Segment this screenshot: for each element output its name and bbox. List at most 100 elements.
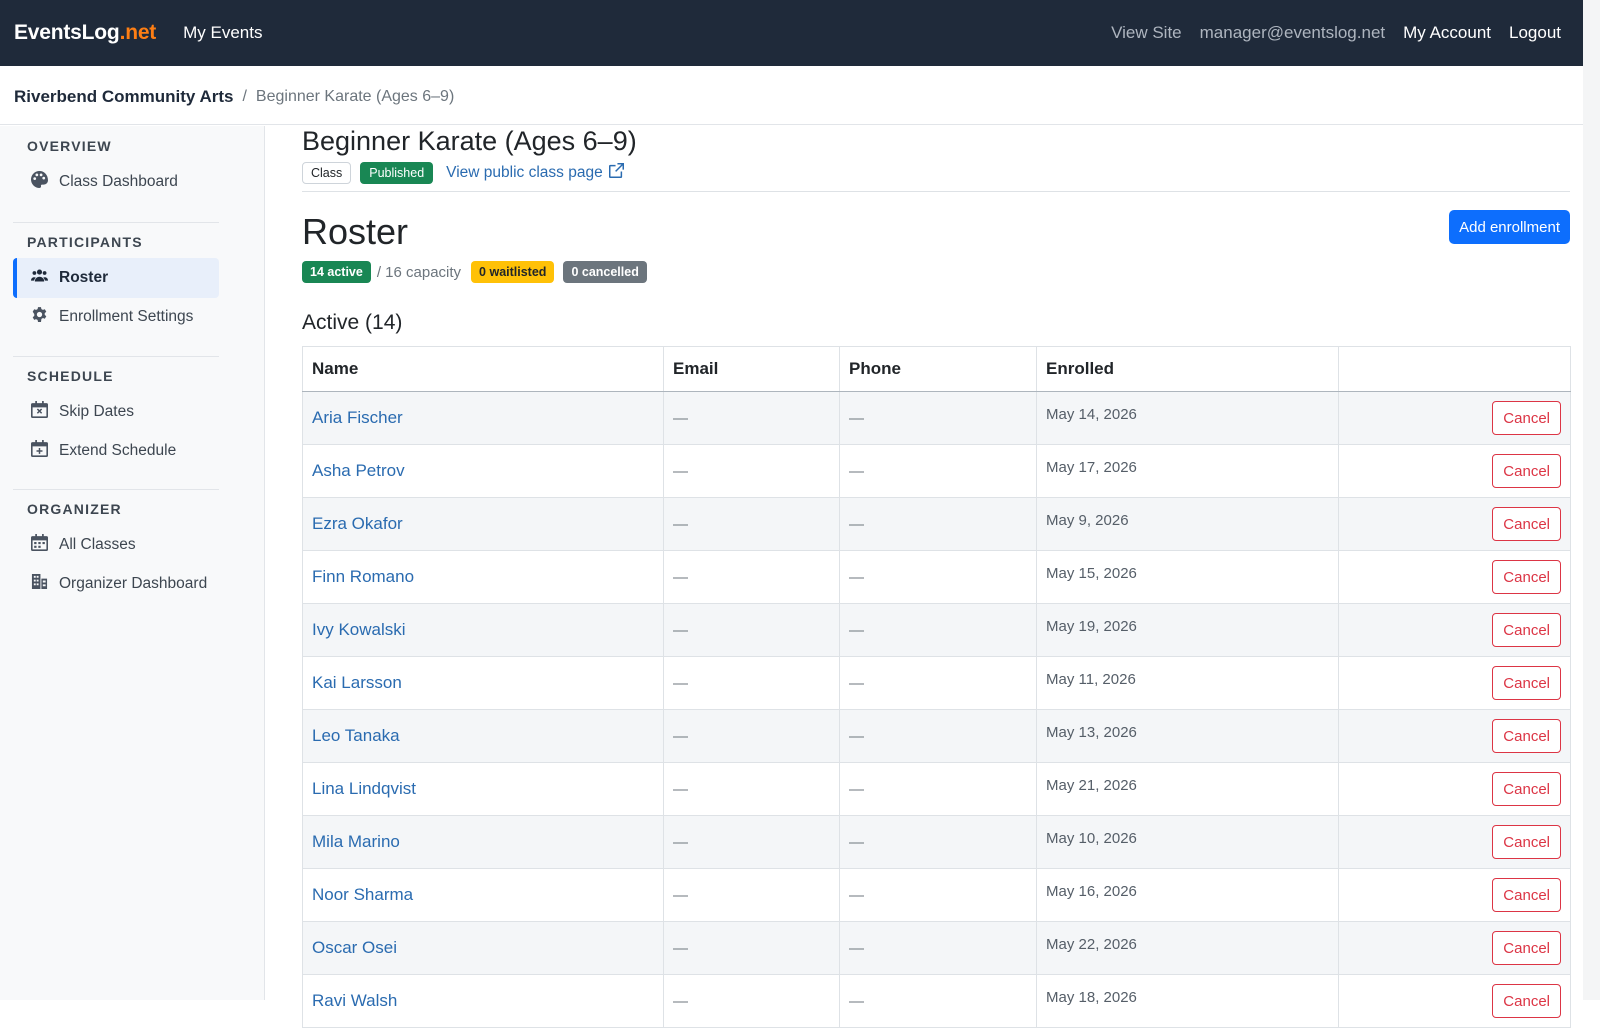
sidebar-item-label: Extend Schedule bbox=[59, 442, 177, 459]
active-count-badge: 14 active bbox=[302, 261, 371, 283]
cancel-enrollment-button[interactable]: Cancel bbox=[1492, 666, 1561, 700]
cancel-enrollment-button[interactable]: Cancel bbox=[1492, 613, 1561, 647]
email-value: — bbox=[673, 462, 688, 480]
enrolled-cell: May 10, 2026 bbox=[1036, 815, 1339, 869]
phone-cell: — bbox=[839, 868, 1037, 922]
cancel-enrollment-button[interactable]: Cancel bbox=[1492, 560, 1561, 594]
cancel-enrollment-button[interactable]: Cancel bbox=[1492, 401, 1561, 435]
email-value: — bbox=[673, 727, 688, 745]
email-value: — bbox=[673, 409, 688, 427]
email-cell: — bbox=[663, 603, 840, 657]
phone-cell: — bbox=[839, 709, 1037, 763]
sidebar-item-class-dashboard[interactable]: Class Dashboard bbox=[13, 162, 219, 202]
action-cell: Cancel bbox=[1338, 921, 1571, 975]
table-row: Ezra Okafor — — May 9, 2026 Cancel bbox=[302, 497, 1571, 551]
brand-logo[interactable]: EventsLog.net bbox=[14, 21, 156, 45]
participant-name-link[interactable]: Ezra Okafor bbox=[312, 514, 403, 533]
email-cell: — bbox=[663, 921, 840, 975]
sidebar-item-extend-schedule[interactable]: Extend Schedule bbox=[13, 431, 219, 471]
email-value: — bbox=[673, 780, 688, 798]
action-cell: Cancel bbox=[1338, 444, 1571, 498]
email-cell: — bbox=[663, 815, 840, 869]
enrolled-date: May 13, 2026 bbox=[1046, 723, 1137, 741]
sidebar: OVERVIEW Class Dashboard PARTICIPANTS Ro… bbox=[0, 126, 265, 1000]
name-cell: Ravi Walsh bbox=[302, 974, 664, 1028]
cancel-enrollment-button[interactable]: Cancel bbox=[1492, 878, 1561, 912]
name-cell: Lina Lindqvist bbox=[302, 762, 664, 816]
add-enrollment-button[interactable]: Add enrollment bbox=[1449, 210, 1570, 244]
view-public-page-link[interactable]: View public class page bbox=[446, 163, 624, 183]
participant-name-link[interactable]: Leo Tanaka bbox=[312, 726, 400, 745]
email-value: — bbox=[673, 992, 688, 1010]
cancel-enrollment-button[interactable]: Cancel bbox=[1492, 931, 1561, 965]
sidebar-item-label: Enrollment Settings bbox=[59, 308, 194, 325]
phone-value: — bbox=[849, 621, 864, 639]
action-cell: Cancel bbox=[1338, 656, 1571, 710]
active-section-heading: Active (14) bbox=[302, 311, 403, 334]
sidebar-heading-schedule: SCHEDULE bbox=[27, 368, 114, 384]
enrolled-cell: May 14, 2026 bbox=[1036, 391, 1339, 445]
email-value: — bbox=[673, 515, 688, 533]
participant-name-link[interactable]: Ivy Kowalski bbox=[312, 620, 406, 639]
page-scrollbar[interactable] bbox=[1583, 0, 1600, 1000]
sidebar-item-label: All Classes bbox=[59, 536, 136, 553]
class-title: Beginner Karate (Ages 6–9) bbox=[302, 126, 637, 156]
phone-cell: — bbox=[839, 550, 1037, 604]
nav-my-events-link[interactable]: My Events bbox=[183, 23, 262, 43]
sidebar-item-all-classes[interactable]: All Classes bbox=[13, 525, 219, 565]
brand-accent: .net bbox=[119, 21, 157, 44]
sidebar-item-skip-dates[interactable]: Skip Dates bbox=[13, 392, 219, 432]
building-icon bbox=[31, 573, 48, 595]
breadcrumb: Riverbend Community Arts / Beginner Kara… bbox=[0, 66, 1583, 125]
section-divider bbox=[302, 191, 1570, 192]
email-cell: — bbox=[663, 550, 840, 604]
phone-value: — bbox=[849, 462, 864, 480]
enrolled-date: May 18, 2026 bbox=[1046, 988, 1137, 1006]
email-value: — bbox=[673, 621, 688, 639]
participant-name-link[interactable]: Lina Lindqvist bbox=[312, 779, 416, 798]
class-meta: Class Published View public class page bbox=[302, 162, 624, 184]
enrolled-cell: May 15, 2026 bbox=[1036, 550, 1339, 604]
action-cell: Cancel bbox=[1338, 497, 1571, 551]
cancel-enrollment-button[interactable]: Cancel bbox=[1492, 825, 1561, 859]
nav-right-group: View Site manager@eventslog.net My Accou… bbox=[1111, 23, 1561, 43]
participant-name-link[interactable]: Aria Fischer bbox=[312, 408, 403, 427]
action-cell: Cancel bbox=[1338, 974, 1571, 1028]
sidebar-item-enrollment-settings[interactable]: Enrollment Settings bbox=[13, 297, 219, 337]
phone-cell: — bbox=[839, 444, 1037, 498]
cancel-enrollment-button[interactable]: Cancel bbox=[1492, 507, 1561, 541]
enrolled-date: May 11, 2026 bbox=[1046, 670, 1136, 688]
table-row: Aria Fischer — — May 14, 2026 Cancel bbox=[302, 391, 1571, 445]
roster-table: Name Email Phone Enrolled Aria Fischer — —… bbox=[302, 346, 1571, 1028]
participant-name-link[interactable]: Kai Larsson bbox=[312, 673, 402, 692]
phone-value: — bbox=[849, 515, 864, 533]
email-cell: — bbox=[663, 391, 840, 445]
capacity-text: / 16 capacity bbox=[376, 263, 462, 281]
enrolled-date: May 10, 2026 bbox=[1046, 829, 1137, 847]
phone-cell: — bbox=[839, 921, 1037, 975]
sidebar-item-roster[interactable]: Roster bbox=[13, 258, 219, 298]
nav-logout-link[interactable]: Logout bbox=[1509, 23, 1561, 43]
nav-my-account-link[interactable]: My Account bbox=[1403, 23, 1491, 43]
participant-name-link[interactable]: Oscar Osei bbox=[312, 938, 397, 957]
public-link-label: View public class page bbox=[446, 164, 603, 181]
nav-view-site-link[interactable]: View Site bbox=[1111, 23, 1182, 43]
participant-name-link[interactable]: Finn Romano bbox=[312, 567, 414, 586]
enrolled-cell: May 9, 2026 bbox=[1036, 497, 1339, 551]
participant-name-link[interactable]: Asha Petrov bbox=[312, 461, 405, 480]
cancel-enrollment-button[interactable]: Cancel bbox=[1492, 772, 1561, 806]
sidebar-item-organizer-dashboard[interactable]: Organizer Dashboard bbox=[13, 564, 219, 604]
action-cell: Cancel bbox=[1338, 868, 1571, 922]
table-row: Noor Sharma — — May 16, 2026 Cancel bbox=[302, 868, 1571, 922]
cancel-enrollment-button[interactable]: Cancel bbox=[1492, 984, 1561, 1018]
participant-name-link[interactable]: Ravi Walsh bbox=[312, 991, 397, 1010]
email-cell: — bbox=[663, 444, 840, 498]
cancel-enrollment-button[interactable]: Cancel bbox=[1492, 719, 1561, 753]
breadcrumb-org-link[interactable]: Riverbend Community Arts bbox=[14, 87, 233, 107]
cancel-enrollment-button[interactable]: Cancel bbox=[1492, 454, 1561, 488]
roster-stats: 14 active / 16 capacity 0 waitlisted 0 c… bbox=[302, 261, 647, 283]
enrolled-date: May 17, 2026 bbox=[1046, 458, 1137, 476]
participant-name-link[interactable]: Mila Marino bbox=[312, 832, 400, 851]
participant-name-link[interactable]: Noor Sharma bbox=[312, 885, 413, 904]
enrolled-date: May 15, 2026 bbox=[1046, 564, 1137, 582]
